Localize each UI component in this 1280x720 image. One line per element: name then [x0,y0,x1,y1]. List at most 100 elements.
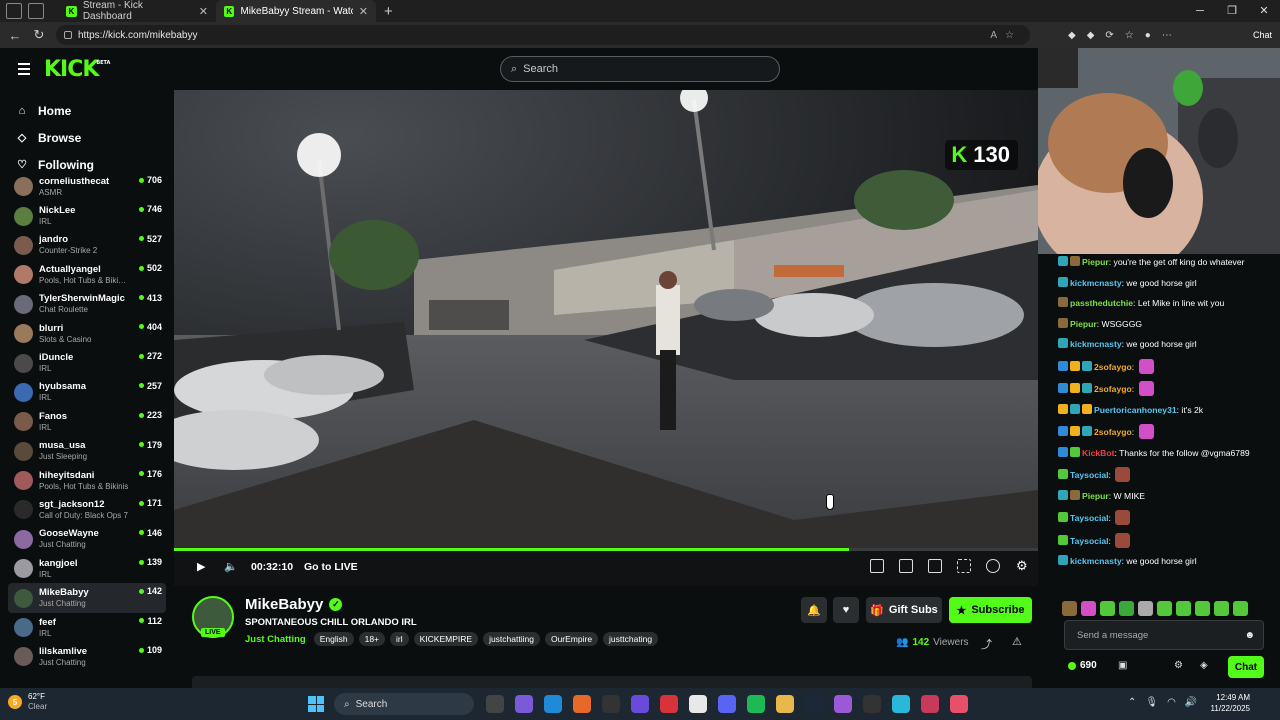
subscribe-button[interactable]: ★ Subscribe [949,597,1032,623]
menu-icon[interactable] [18,63,30,75]
play-icon[interactable]: ▶ [197,560,205,573]
emote-icon[interactable] [1138,600,1153,616]
channel-item[interactable]: Actuallyangel Pools, Hot Tubs & Biki… 502 [8,260,166,289]
file-explorer-icon[interactable] [776,695,794,713]
chat-username[interactable]: Taysocial [1070,513,1109,523]
taskbar-clock[interactable]: 12:49 AM 11/22/2025 [1208,692,1250,714]
favorites-icon[interactable]: ☆ [1125,30,1134,41]
restore-button[interactable]: ❐ [1216,0,1248,22]
chat-username[interactable]: kickmcnasty [1070,556,1122,566]
chat-username[interactable]: Taysocial [1070,470,1109,480]
close-window-button[interactable]: ✕ [1248,0,1280,22]
spotify-icon[interactable] [747,695,765,713]
stream-category[interactable]: Just Chatting [245,634,306,645]
stream-tag[interactable]: justtchating [603,632,659,646]
wifi-icon[interactable]: ◠ [1167,697,1176,708]
fullscreen-icon[interactable] [957,559,971,573]
minimize-button[interactable]: ─ [1184,0,1216,22]
copilot-icon[interactable] [515,695,533,713]
firefox-icon[interactable] [573,695,591,713]
chat-username[interactable]: 2sofaygo [1094,362,1132,372]
twitch-icon[interactable] [631,695,649,713]
chat-username[interactable]: KickBot [1082,448,1114,458]
chat-username[interactable]: Puertoricanhoney31 [1094,405,1177,415]
clip-icon[interactable] [899,559,913,573]
start-button[interactable] [308,696,324,712]
app-icon[interactable] [892,695,910,713]
channel-item[interactable]: blurri Slots & Casino 404 [8,319,166,348]
report-icon[interactable]: ⚠ [1012,635,1022,648]
chat-username[interactable]: kickmcnasty [1070,339,1122,349]
channel-item[interactable]: musa_usa Just Sleeping 179 [8,437,166,466]
fx-icon[interactable] [921,695,939,713]
send-chat-button[interactable]: Chat [1228,656,1264,678]
channel-item[interactable]: Fanos IRL 223 [8,407,166,436]
streamer-name[interactable]: MikeBabyy [245,596,323,613]
chat-popout-icon[interactable]: ◈ [1200,660,1208,671]
app-icon[interactable] [660,695,678,713]
emote-icon[interactable] [1157,600,1172,616]
channel-item[interactable]: TylerSherwinMagic Chat Roulette 413 [8,290,166,319]
address-bar-actions[interactable]: A☆ [990,30,1022,41]
chat-input[interactable]: Send a message ☻ [1064,620,1264,650]
chat-username[interactable]: 2sofaygo [1094,384,1132,394]
app-icon[interactable] [834,695,852,713]
video-player[interactable]: K 130 [174,90,1038,548]
volume-icon[interactable]: 🔈 [224,560,238,573]
address-bar[interactable]: https://kick.com/mikebabyy A☆ [56,25,1030,45]
profile-icon[interactable]: ● [1145,30,1151,41]
gift-icon[interactable]: ▣ [1118,660,1127,671]
stream-tag[interactable]: English [313,632,354,646]
channel-item[interactable]: jandro Counter-Strike 2 527 [8,231,166,260]
channel-item[interactable]: NickLee IRL 746 [8,201,166,230]
refresh-icon[interactable]: ↻ [32,27,46,43]
taskbar-search[interactable]: ⌕ Search [334,693,474,715]
channel-item[interactable]: lilskamlive Just Chatting 109 [8,642,166,671]
chat-username[interactable]: Piepur [1082,257,1109,267]
settings-gear-icon[interactable]: ⚙ [1016,558,1028,574]
stream-tag[interactable]: justchattiing [483,632,540,646]
theater-mode-icon[interactable] [928,559,942,573]
chat-username[interactable]: Piepur [1082,491,1109,501]
steam-icon[interactable] [805,695,823,713]
nav-home[interactable]: ⌂ Home [0,97,172,124]
extension-icon[interactable]: ⟳ [1105,30,1113,41]
speaker-icon[interactable]: 🔊 [1185,697,1197,708]
close-tab-icon[interactable]: ✕ [199,5,208,18]
channel-item[interactable]: GooseWayne Just Chatting 146 [8,525,166,554]
search-input[interactable]: ⌕ Search [500,56,780,82]
channel-item[interactable]: iDuncle IRL 272 [8,348,166,377]
tab-mikebabyy-stream[interactable]: K MikeBabyy Stream - Watch Live o ✕ [216,0,376,22]
more-icon[interactable]: ⋯ [1162,30,1172,41]
stream-tag[interactable]: irl [390,632,409,646]
channel-item[interactable]: hyubsama IRL 257 [8,378,166,407]
emote-icon[interactable] [1119,600,1134,616]
new-tab-icon[interactable]: + [384,3,393,20]
emote-icon[interactable] [1233,600,1248,616]
emoji-picker-icon[interactable]: ☻ [1244,630,1255,641]
channel-item[interactable]: kangjoel IRL 139 [8,554,166,583]
tab-actions-icon[interactable] [6,3,22,19]
emote-icon[interactable] [1100,600,1115,616]
tab-kick-dashboard[interactable]: K Stream - Kick Dashboard ✕ [58,0,216,22]
miniplayer-icon[interactable] [870,559,884,573]
edge-icon[interactable] [544,695,562,713]
progress-bar[interactable] [174,548,1050,551]
emote-icon[interactable] [1062,600,1077,616]
task-view-icon[interactable] [486,695,504,713]
maps-pin-icon[interactable] [950,695,968,713]
emote-icon[interactable] [1195,600,1210,616]
channel-item[interactable]: corneliusthecat ASMR 706 [8,172,166,201]
go-to-live-button[interactable]: Go to LIVE [304,561,358,573]
obs-icon[interactable] [602,695,620,713]
follow-button[interactable]: ♥ [833,597,859,623]
chat-username[interactable]: passthedutchie [1070,298,1133,308]
microphone-icon[interactable]: 🎙 [1145,697,1158,708]
chat-username[interactable]: Taysocial [1070,536,1109,546]
back-icon[interactable]: ← [8,28,22,43]
chat-settings-icon[interactable]: ⚙ [1174,660,1183,671]
chevron-up-icon[interactable]: ⌃ [1128,697,1136,708]
channel-item[interactable]: hiheyitsdani Pools, Hot Tubs & Bikinis 176 [8,466,166,495]
copilot-chat-button[interactable]: Chat [1253,30,1272,40]
kick-logo[interactable]: KICK BETA [44,57,110,82]
